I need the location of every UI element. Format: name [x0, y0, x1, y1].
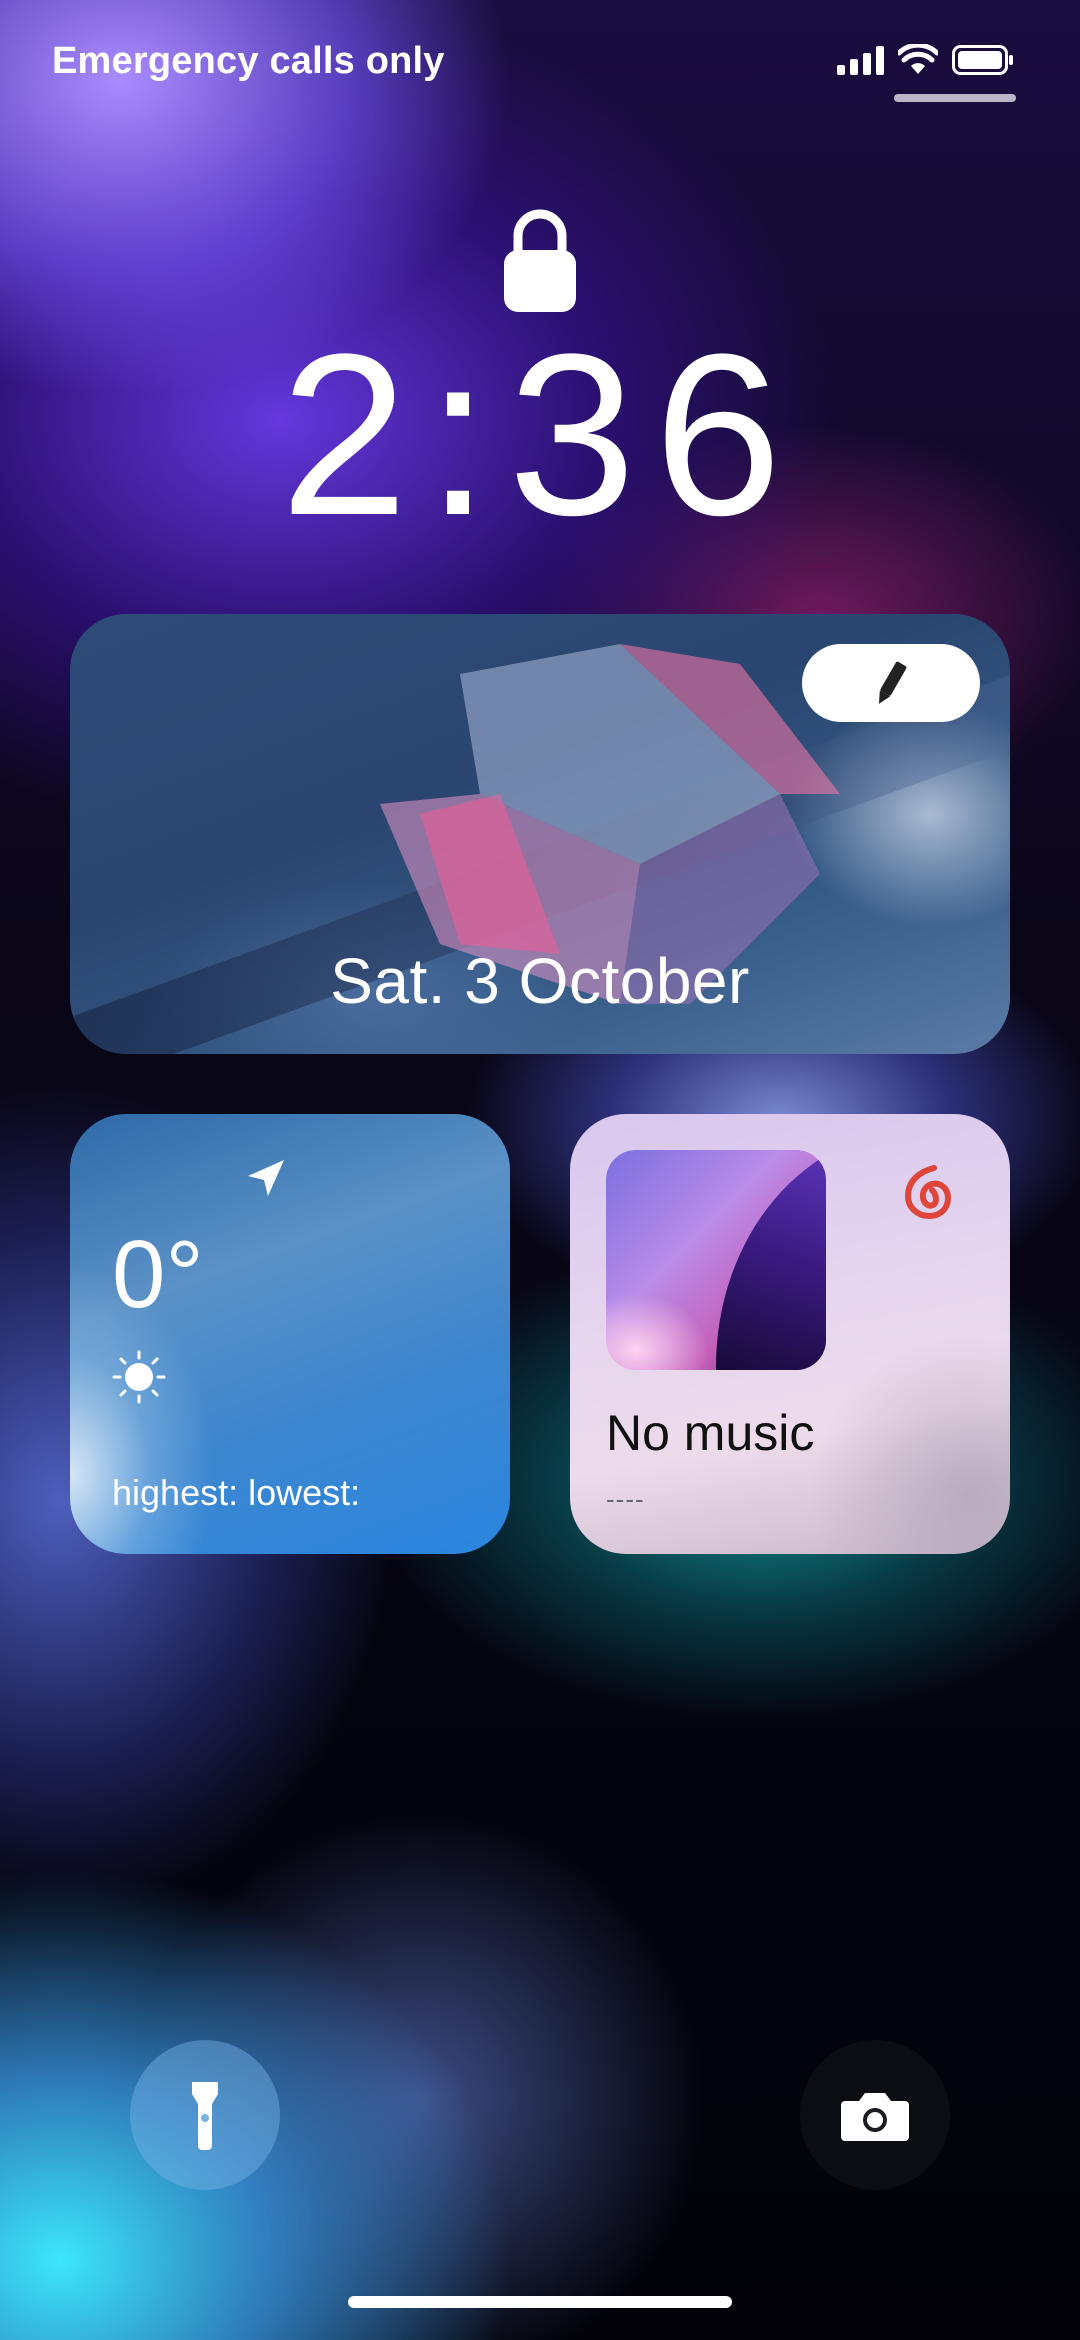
location-arrow-icon — [248, 1160, 284, 1196]
track-artist: ---- — [606, 1484, 645, 1514]
camera-button[interactable] — [800, 2040, 950, 2190]
status-indicator-bar — [894, 94, 1016, 102]
signal-icon — [837, 45, 884, 75]
battery-icon — [952, 44, 1014, 76]
pencil-icon — [879, 661, 907, 704]
high-low-label: highest: lowest: — [112, 1472, 361, 1513]
album-art — [606, 1150, 826, 1370]
carrier-status-text: Emergency calls only — [52, 40, 445, 82]
track-title: No music — [606, 1405, 815, 1461]
lock-icon — [502, 206, 578, 314]
status-icons — [837, 44, 1014, 76]
sun-icon — [112, 1350, 166, 1404]
photo-widget[interactable]: Sat. 3 October — [70, 614, 1010, 1054]
temperature-value: 0° — [112, 1221, 204, 1328]
music-widget[interactable]: No music ---- — [570, 1114, 1010, 1554]
netease-music-icon[interactable] — [898, 1162, 958, 1222]
weather-widget[interactable]: 0° highest: lowest: — [70, 1114, 510, 1554]
clock-time: 2:36 — [280, 306, 800, 563]
camera-icon — [841, 2093, 909, 2141]
flashlight-icon — [192, 2082, 218, 2150]
edit-widget-button[interactable] — [802, 644, 980, 722]
flashlight-button[interactable] — [130, 2040, 280, 2190]
wifi-icon — [898, 44, 938, 76]
home-indicator[interactable] — [348, 2296, 732, 2308]
date-label: Sat. 3 October — [330, 945, 750, 1017]
